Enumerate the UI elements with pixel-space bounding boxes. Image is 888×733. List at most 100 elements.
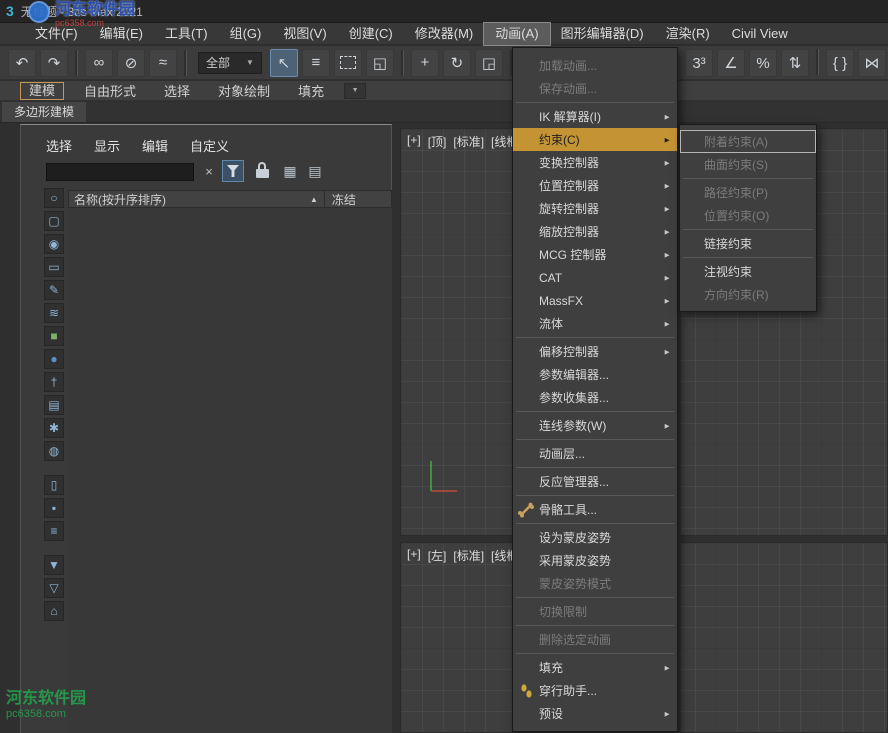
lock-cell-editing-icon[interactable] bbox=[254, 161, 272, 181]
menu-item-position-controllers[interactable]: 位置控制器► bbox=[513, 174, 677, 197]
explorer-options-icon[interactable]: ≡ bbox=[44, 521, 64, 541]
display-lights-icon[interactable]: ◉ bbox=[44, 234, 64, 254]
menubar-item-modifiers[interactable]: 修改器(M) bbox=[404, 23, 485, 45]
menubar-item-create[interactable]: 创建(C) bbox=[338, 23, 404, 45]
tab-polygon-modeling[interactable]: 多边形建模 bbox=[2, 102, 86, 122]
clear-search-icon[interactable]: × bbox=[201, 162, 217, 180]
menubar-item-file[interactable]: 文件(F) bbox=[24, 23, 89, 45]
menubar-item-civil-view[interactable]: Civil View bbox=[721, 23, 799, 45]
select-by-name-icon[interactable]: ≡ bbox=[302, 49, 330, 77]
display-hidden-icon[interactable]: ◍ bbox=[44, 441, 64, 461]
display-none-icon[interactable]: ○ bbox=[44, 188, 64, 208]
angle-snap-icon[interactable]: ∠ bbox=[717, 49, 745, 77]
bind-to-spacewarp-icon[interactable]: ≈ bbox=[149, 49, 177, 77]
menu-item-mcg-controllers[interactable]: MCG 控制器► bbox=[513, 243, 677, 266]
edit-named-selection-sets-icon[interactable]: { } bbox=[826, 49, 854, 77]
ribbon-tab-object-paint[interactable]: 对象绘制 bbox=[210, 81, 278, 100]
column-frozen-header[interactable]: 冻结 bbox=[325, 191, 356, 208]
menubar-item-animation[interactable]: 动画(A) bbox=[484, 23, 549, 45]
menu-item-constraints[interactable]: 约束(C)► bbox=[513, 128, 677, 151]
menu-item-transform-controllers[interactable]: 变换控制器► bbox=[513, 151, 677, 174]
menu-item-set-as-skin-pose[interactable]: 设为蒙皮姿势 bbox=[513, 526, 677, 549]
menu-item-parameter-collector[interactable]: 参数收集器... bbox=[513, 386, 677, 409]
menu-item-link-constraint[interactable]: 链接约束 bbox=[680, 232, 816, 255]
window-crossing-icon[interactable]: ◱ bbox=[366, 49, 394, 77]
ribbon-tab-populate[interactable]: 填充 bbox=[290, 81, 332, 100]
display-selected-icon[interactable]: ▢ bbox=[44, 211, 64, 231]
unlink-selection-icon[interactable]: ⊘ bbox=[117, 49, 145, 77]
select-object-icon[interactable]: ↖ bbox=[270, 49, 298, 77]
spinner-snap-icon[interactable]: ⇅ bbox=[781, 49, 809, 77]
save-explorer-icon[interactable]: ▪ bbox=[44, 498, 64, 518]
rectangular-selection-region-icon[interactable] bbox=[334, 49, 362, 77]
explorer-tab-select[interactable]: 选择 bbox=[46, 136, 72, 155]
menu-item-lookat-constraint[interactable]: 注视约束 bbox=[680, 260, 816, 283]
ribbon-tab-freeform[interactable]: 自由形式 bbox=[76, 81, 144, 100]
explorer-tab-customize[interactable]: 自定义 bbox=[190, 136, 229, 155]
menu-item-fluids[interactable]: 流体► bbox=[513, 312, 677, 335]
column-name-header[interactable]: 名称(按升序排序) bbox=[69, 191, 310, 208]
menu-item-populate[interactable]: 填充► bbox=[513, 656, 677, 679]
ribbon-tab-modeling[interactable]: 建模 bbox=[20, 82, 64, 100]
menu-item-rotation-controllers[interactable]: 旋转控制器► bbox=[513, 197, 677, 220]
display-geometry-icon[interactable]: ■ bbox=[44, 326, 64, 346]
menu-item-massfx[interactable]: MassFX► bbox=[513, 289, 677, 312]
ribbon-collapse-button[interactable]: ▼ bbox=[344, 83, 366, 99]
menu-item-walkthrough-assistant[interactable]: 穿行助手... bbox=[513, 679, 677, 702]
select-and-move-icon[interactable]: + bbox=[411, 49, 439, 77]
display-cameras-icon[interactable]: ▭ bbox=[44, 257, 64, 277]
display-bones-icon[interactable]: † bbox=[44, 372, 64, 392]
undo-icon[interactable]: ↶ bbox=[8, 49, 36, 77]
select-and-link-icon[interactable]: ∞ bbox=[85, 49, 113, 77]
explorer-object-list[interactable] bbox=[68, 208, 392, 733]
viewport-pov-label[interactable]: [左] bbox=[428, 547, 447, 564]
explorer-search-input[interactable] bbox=[46, 163, 194, 181]
mirror-icon[interactable]: ⋈ bbox=[858, 49, 886, 77]
edit-selection-set-icon[interactable]: ▤ bbox=[305, 161, 325, 181]
viewport-menu-plus[interactable]: [+] bbox=[407, 547, 421, 564]
redo-icon[interactable]: ↷ bbox=[40, 49, 68, 77]
menu-item-reaction-manager[interactable]: 反应管理器... bbox=[513, 470, 677, 493]
snap-toggle-icon[interactable]: 3³ bbox=[685, 49, 713, 77]
select-and-rotate-icon[interactable]: ↻ bbox=[443, 49, 471, 77]
chevron-down-icon: ▼ bbox=[246, 58, 254, 67]
menu-item-ik-solvers[interactable]: IK 解算器(I)► bbox=[513, 105, 677, 128]
viewport-standard-label[interactable]: [标准] bbox=[453, 547, 484, 564]
viewport-pov-label[interactable]: [顶] bbox=[428, 133, 447, 150]
filter-combinations-icon[interactable]: ▼ bbox=[44, 555, 64, 575]
explorer-tab-edit[interactable]: 编辑 bbox=[142, 136, 168, 155]
display-helpers-icon[interactable]: ● bbox=[44, 349, 64, 369]
explorer-filter-button[interactable] bbox=[222, 160, 244, 182]
display-spacewarps-icon[interactable]: ≋ bbox=[44, 303, 64, 323]
viewport-standard-label[interactable]: [标准] bbox=[453, 133, 484, 150]
menu-item-parameter-editor[interactable]: 参数编辑器... bbox=[513, 363, 677, 386]
new-selection-set-icon[interactable]: ▦ bbox=[280, 161, 300, 181]
pick-container-icon[interactable]: ⌂ bbox=[44, 601, 64, 621]
explorer-column-header[interactable]: 名称(按升序排序) ▲ 冻结 bbox=[68, 190, 392, 208]
new-explorer-icon[interactable]: ▯ bbox=[44, 475, 64, 495]
menu-item-animation-layers[interactable]: 动画层... bbox=[513, 442, 677, 465]
selection-filter-dropdown[interactable]: 全部 ▼ bbox=[198, 52, 262, 74]
menubar-item-tools[interactable]: 工具(T) bbox=[154, 23, 219, 45]
display-materials-icon[interactable]: ✱ bbox=[44, 418, 64, 438]
menu-item-wire-parameters[interactable]: 连线参数(W)► bbox=[513, 414, 677, 437]
percent-snap-icon[interactable]: % bbox=[749, 49, 777, 77]
menubar-item-graph-editors[interactable]: 图形编辑器(D) bbox=[550, 23, 655, 45]
menu-item-bone-tools[interactable]: 骨骼工具... bbox=[513, 498, 677, 521]
viewport-menu-plus[interactable]: [+] bbox=[407, 133, 421, 150]
menubar-item-rendering[interactable]: 渲染(R) bbox=[655, 23, 721, 45]
display-shapes-icon[interactable]: ✎ bbox=[44, 280, 64, 300]
filter-selected-icon[interactable]: ▽ bbox=[44, 578, 64, 598]
select-and-scale-icon[interactable]: ◲ bbox=[475, 49, 503, 77]
explorer-tab-display[interactable]: 显示 bbox=[94, 136, 120, 155]
menu-item-assume-skin-pose[interactable]: 采用蒙皮姿势 bbox=[513, 549, 677, 572]
menubar-item-group[interactable]: 组(G) bbox=[219, 23, 273, 45]
menu-item-scale-controllers[interactable]: 缩放控制器► bbox=[513, 220, 677, 243]
menu-item-cat[interactable]: CAT► bbox=[513, 266, 677, 289]
menu-item-offset-controllers[interactable]: 偏移控制器► bbox=[513, 340, 677, 363]
menubar-item-edit[interactable]: 编辑(E) bbox=[89, 23, 154, 45]
menu-item-presets[interactable]: 预设► bbox=[513, 702, 677, 725]
display-containers-icon[interactable]: ▤ bbox=[44, 395, 64, 415]
menubar-item-views[interactable]: 视图(V) bbox=[272, 23, 337, 45]
ribbon-tab-selection[interactable]: 选择 bbox=[156, 81, 198, 100]
